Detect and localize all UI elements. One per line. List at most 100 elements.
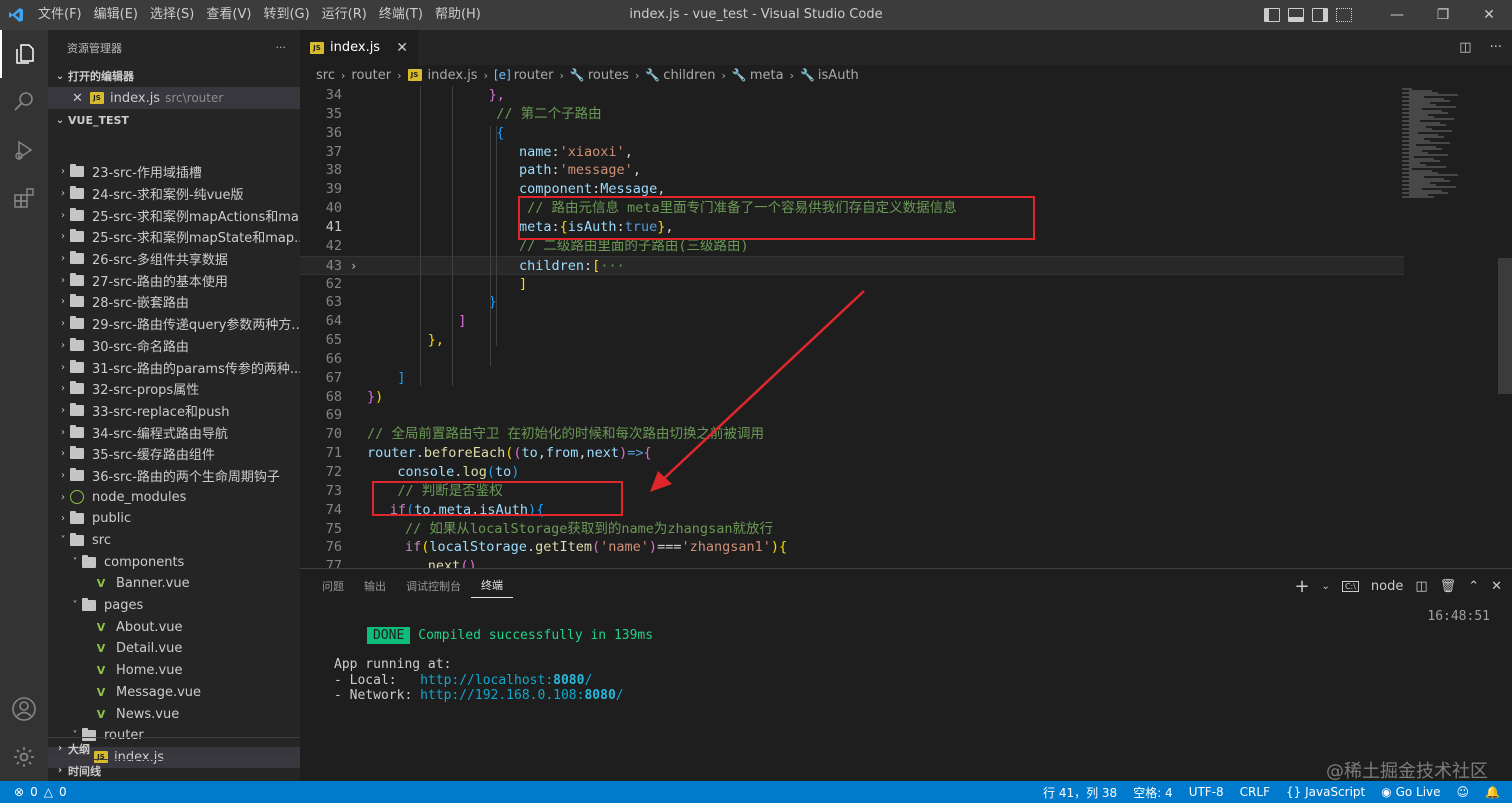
run-debug-icon[interactable] [0,126,48,174]
tree-item[interactable]: V Detail.vue [48,638,300,660]
breadcrumb-children[interactable]: children [663,68,715,83]
tree-item[interactable]: › 26-src-多组件共享数据 [48,248,300,270]
feedback-icon[interactable]: ☺ [1457,785,1470,799]
tree-item[interactable]: › 25-src-求和案例mapActions和ma... [48,204,300,226]
property-icon: 🔧 [731,68,747,82]
problems-status[interactable]: ⊗ 0 △ 0 [0,785,67,799]
menu-run[interactable]: 运行(R) [316,0,373,30]
tree-item[interactable]: ˅ pages [48,595,300,617]
tree-item[interactable]: ˅ src [48,530,300,552]
folder-icon [70,381,84,395]
tree-item[interactable]: › 31-src-路由的params传参的两种... [48,356,300,378]
minimize-button[interactable]: — [1374,0,1420,30]
toggle-panel-icon[interactable] [1288,8,1304,22]
tree-item[interactable]: › 32-src-props属性 [48,378,300,400]
indentation[interactable]: 空格: 4 [1133,784,1173,801]
breadcrumb-file[interactable]: index.js [428,68,478,83]
tab-output[interactable]: 输出 [354,569,396,604]
local-url[interactable]: http://localhost:8080/ [420,673,592,688]
tree-item[interactable]: › public [48,508,300,530]
chevron-right-icon: › [61,361,65,373]
go-live-button[interactable]: ◉ Go Live [1381,785,1440,799]
menu-file[interactable]: 文件(F) [32,0,88,30]
restore-button[interactable]: ❐ [1420,0,1466,30]
close-panel-icon[interactable]: ✕ [1491,579,1502,594]
tab-index-js[interactable]: JS index.js ✕ [300,30,418,65]
close-icon[interactable]: ✕ [72,91,90,106]
tree-item[interactable]: › 30-src-命名路由 [48,335,300,357]
extensions-icon[interactable] [0,174,48,222]
network-url[interactable]: http://192.168.0.108:8080/ [420,688,624,703]
encoding[interactable]: UTF-8 [1189,785,1224,799]
menu-view[interactable]: 查看(V) [200,0,257,30]
folder-icon [70,533,84,547]
breadcrumb-router-var[interactable]: router [514,68,554,83]
toggle-sidebar-icon[interactable] [1264,8,1280,22]
timeline-header[interactable]: › 时间线 [48,759,300,781]
breadcrumb-src[interactable]: src [316,68,335,83]
tab-problems[interactable]: 问题 [312,569,354,604]
menu-help[interactable]: 帮助(H) [429,0,487,30]
tree-item-label: News.vue [116,706,180,722]
tree-item[interactable]: › 24-src-求和案例-纯vue版 [48,183,300,205]
trash-icon[interactable]: 🗑 [1440,579,1457,594]
chevron-right-icon: › [559,68,564,82]
line-ending[interactable]: CRLF [1240,785,1270,799]
tree-item-label: 25-src-求和案例mapActions和ma... [92,209,300,225]
menu-edit[interactable]: 编辑(E) [88,0,144,30]
breadcrumb-router-folder[interactable]: router [351,68,391,83]
tree-item[interactable]: › node_modules [48,486,300,508]
breadcrumb-isauth[interactable]: isAuth [818,68,859,83]
split-terminal-icon[interactable]: ◫ [1415,579,1427,594]
maximize-panel-icon[interactable]: ⌃ [1468,579,1479,594]
search-icon[interactable] [0,78,48,126]
terminal-output[interactable]: DONE Compiled successfully in 139ms 16:48… [320,607,1490,704]
breadcrumb-meta[interactable]: meta [750,68,784,83]
more-actions-icon[interactable]: ··· [1490,40,1502,55]
menu-selection[interactable]: 选择(S) [144,0,200,30]
close-window-button[interactable]: ✕ [1466,0,1512,30]
chevron-down-icon[interactable]: ⌄ [1322,581,1330,592]
settings-gear-icon[interactable] [0,733,48,781]
account-icon[interactable] [0,685,48,733]
tree-item[interactable]: › 33-src-replace和push [48,400,300,422]
code-editor[interactable]: 34}, 35// 第二个子路由 36{37 name:'xiaoxi', 38 path… [300,86,1512,568]
tab-terminal[interactable]: 终端 [471,575,513,598]
node-modules-icon [70,490,84,505]
explorer-icon[interactable] [0,30,48,78]
tree-item[interactable]: V News.vue [48,703,300,725]
tree-item[interactable]: V About.vue [48,616,300,638]
outline-header[interactable]: › 大纲 [48,737,300,759]
cursor-position[interactable]: 行 41，列 38 [1043,784,1117,801]
close-tab-icon[interactable]: ✕ [396,40,408,56]
open-editors-header[interactable]: ⌄ 打开的编辑器 [48,65,300,87]
terminal-name[interactable]: node [1371,579,1403,594]
tree-item[interactable]: V Home.vue [48,660,300,682]
project-header[interactable]: ⌄ VUE_TEST [48,109,300,131]
tree-item[interactable]: V Banner.vue [48,573,300,595]
editor-scrollbar[interactable] [1498,258,1512,394]
tree-item[interactable]: › 36-src-路由的两个生命周期钩子 [48,465,300,487]
menu-terminal[interactable]: 终端(T) [373,0,429,30]
toggle-secondary-sidebar-icon[interactable] [1312,8,1328,22]
explorer-more-button[interactable]: ··· [276,41,287,54]
new-terminal-icon[interactable]: + [1294,576,1309,597]
tree-item[interactable]: › 25-src-求和案例mapState和map... [48,226,300,248]
tree-item[interactable]: › 27-src-路由的基本使用 [48,269,300,291]
breadcrumb-routes[interactable]: routes [588,68,629,83]
tree-item[interactable]: › 23-src-作用域插槽 [48,161,300,183]
split-editor-icon[interactable]: ◫ [1459,40,1471,55]
open-editor-item[interactable]: ✕ JS index.js src\router [48,87,300,109]
customize-layout-icon[interactable] [1336,8,1352,22]
tab-debug-console[interactable]: 调试控制台 [396,569,471,604]
notifications-bell-icon[interactable]: 🔔 [1485,785,1500,799]
tree-item[interactable]: V Message.vue [48,682,300,704]
minimap[interactable] [1402,86,1498,568]
tree-item[interactable]: › 35-src-缓存路由组件 [48,443,300,465]
tree-item[interactable]: › 29-src-路由传递query参数两种方... [48,313,300,335]
language-mode[interactable]: {} JavaScript [1286,785,1365,799]
tree-item[interactable]: ˅ components [48,551,300,573]
menu-go[interactable]: 转到(G) [257,0,315,30]
tree-item[interactable]: › 34-src-编程式路由导航 [48,421,300,443]
tree-item[interactable]: › 28-src-嵌套路由 [48,291,300,313]
